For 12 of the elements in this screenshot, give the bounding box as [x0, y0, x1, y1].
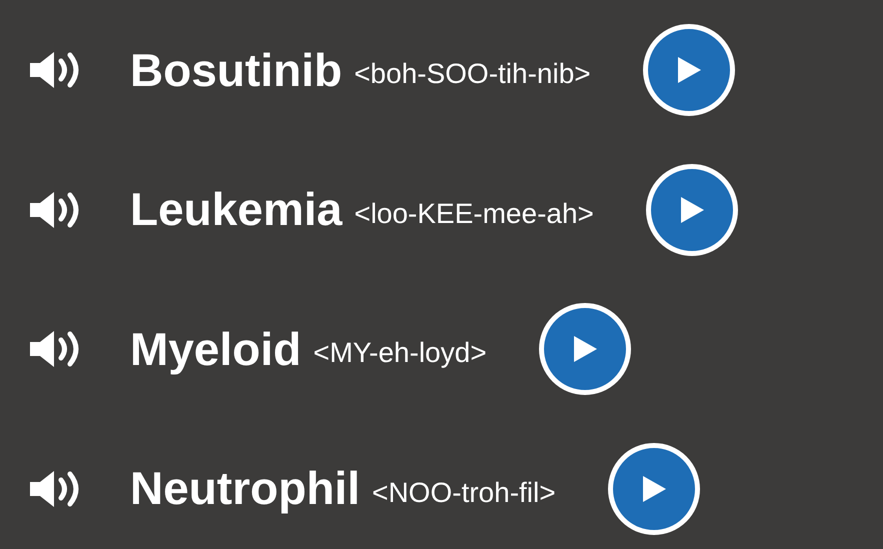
term-word: Myeloid: [130, 322, 302, 377]
play-icon: [572, 335, 598, 364]
play-icon: [676, 56, 702, 84]
term-pronunciation: <MY-eh-loyd>: [313, 336, 487, 370]
term-pronunciation: <boh-SOO-tih-nib>: [354, 57, 591, 91]
term-word: Neutrophil: [130, 461, 360, 516]
play-icon: [640, 474, 667, 503]
term-word: Bosutinib: [130, 42, 342, 98]
term-pronunciation: <NOO-troh-fil>: [372, 476, 556, 510]
play-icon: [678, 196, 705, 224]
term-word: Leukemia: [130, 182, 342, 238]
term-pronunciation: <loo-KEE-mee-ah>: [354, 196, 594, 231]
